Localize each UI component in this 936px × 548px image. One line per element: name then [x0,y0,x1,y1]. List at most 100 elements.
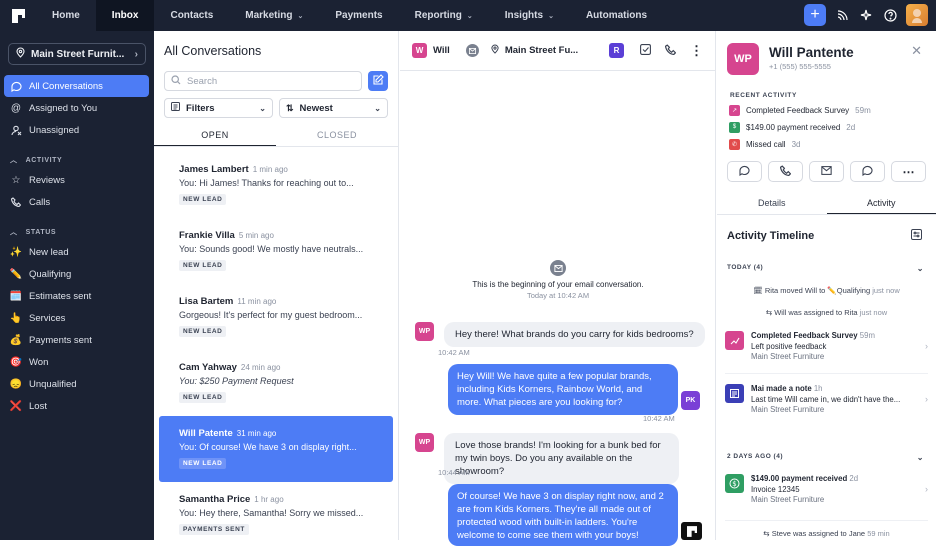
status-emoji-icon: 🗓️ [10,291,22,302]
conversation-contact-name: James Lambert [179,164,249,175]
contact-phone[interactable]: +1 (555) 555-5555 [769,62,854,71]
sidebar-item-status-qualifying[interactable]: ✏️Qualifying [0,263,154,285]
timeline-event[interactable]: Mai made a note 1h Last time Will came i… [725,384,928,416]
contact-name[interactable]: Will Pantente [769,45,854,60]
assignee-avatar[interactable]: R [609,43,624,58]
email-icon [550,260,566,276]
broadcast-icon[interactable] [834,7,850,23]
message-bubble[interactable]: Love those brands! I'm looking for a bun… [444,433,679,484]
search-input[interactable]: Search [164,71,362,91]
filters-dropdown[interactable]: Filters ⌄ [164,98,273,118]
recent-activity-item[interactable]: ✆Missed call3d [729,138,936,150]
tab-closed[interactable]: CLOSED [276,130,398,146]
more-actions-button[interactable]: ⋯ [891,161,926,182]
svg-text:$: $ [732,480,736,488]
message-bubble[interactable]: Hey there! What brands do you carry for … [444,322,705,347]
sidebar-item-reviews[interactable]: ☆ Reviews [0,169,154,191]
chat-action-button[interactable] [850,161,885,182]
nav-item-label: Payments [335,10,382,21]
status-name: Qualifying [837,286,870,295]
status-emoji-icon: 🎯 [10,357,22,368]
tab-open[interactable]: OPEN [154,130,276,146]
chevron-right-icon: › [135,49,138,60]
sidebar-item-status-new-lead[interactable]: ✨New lead [0,241,154,263]
sort-label: Newest [300,103,369,114]
sidebar-item-status-estimates-sent[interactable]: 🗓️Estimates sent [0,285,154,307]
message-bubble-outgoing[interactable]: Of course! We have 3 on display right no… [448,484,678,546]
location-selector[interactable]: Main Street Furnit... › [8,43,146,65]
missed-call-icon: ✆ [729,139,740,150]
recent-activity-item[interactable]: $$149.00 payment received2d [729,121,936,133]
status-section-header[interactable]: ︿ STATUS [0,223,154,241]
close-icon[interactable]: ✕ [911,43,922,59]
sidebar-item-all-conversations[interactable]: All Conversations [4,75,149,97]
conversation-item[interactable]: Cam Yahway24 min agoYou: $250 Payment Re… [159,350,393,416]
event-location: Main Street Furniture [751,352,918,363]
conversation-item[interactable]: Frankie Villa5 min agoYou: Sounds good! … [159,218,393,284]
envelope-icon [821,166,832,178]
activity-section-header[interactable]: ︿ ACTIVITY [0,151,154,169]
day-group-today[interactable]: TODAY (4) ⌄ [717,264,936,273]
conversation-item[interactable]: Samantha Price1 hr agoYou: Hey there, Sa… [159,482,393,548]
day-group-2-days-ago[interactable]: 2 DAYS AGO (4) ⌄ [717,453,936,462]
status-tag: NEW LEAD [179,326,226,337]
sidebar-item-assigned-to-you[interactable]: @ Assigned to You [0,97,154,119]
sidebar-item-status-payments-sent[interactable]: 💰Payments sent [0,329,154,351]
call-action-button[interactable] [768,161,803,182]
compose-button[interactable] [368,71,388,91]
note-icon [725,384,744,403]
sidebar-item-status-services[interactable]: 👆Services [0,307,154,329]
mark-done-icon[interactable] [640,44,651,58]
sidebar-item-status-unqualified[interactable]: 😞Unqualified [0,373,154,395]
tab-activity[interactable]: Activity [827,198,936,214]
conversation-item[interactable]: Will Patente31 min agoYou: Of course! We… [159,416,393,482]
at-sign-icon: @ [10,103,22,114]
nav-item-home[interactable]: Home [36,0,96,31]
conversation-tabs: OPEN CLOSED [154,130,398,147]
timeline-event[interactable]: Completed Feedback Survey 59m Left posit… [725,331,928,363]
nav-item-automations[interactable]: Automations [570,0,663,31]
create-new-button[interactable]: + [804,4,826,26]
chat-location[interactable]: Main Street Fu... [505,45,578,56]
conversation-item[interactable]: Lisa Bartem11 min agoGorgeous! It's perf… [159,284,393,350]
sidebar-item-unassigned[interactable]: Unassigned [0,119,154,141]
nav-item-label: Contacts [170,10,213,21]
sidebar-item-status-lost[interactable]: ❌Lost [0,395,154,417]
chat-contact-name[interactable]: Will [433,45,450,56]
nav-item-label: Reporting [415,10,462,21]
help-icon[interactable] [882,7,898,23]
conversation-contact-name: Cam Yahway [179,362,237,373]
survey-chart-icon [725,331,744,350]
chevron-right-icon: › [925,394,928,416]
nav-item-inbox[interactable]: Inbox [96,0,155,31]
filter-settings-icon[interactable] [911,229,922,243]
user-avatar[interactable] [906,4,928,26]
sort-dropdown[interactable]: ⇅ Newest ⌄ [279,98,388,118]
nav-item-contacts[interactable]: Contacts [154,0,229,31]
message-bubble-outgoing[interactable]: Hey Will! We have quite a few popular br… [448,364,678,415]
nav-item-reporting[interactable]: Reporting⌄ [399,0,489,31]
app-logo[interactable] [0,0,36,31]
more-options-icon[interactable]: ⋮ [690,44,703,57]
main-nav: HomeInbox Contacts Marketing⌄ Payments Repor… [36,0,663,31]
timeline-event[interactable]: $ $149.00 payment received 2d Invoice 12… [725,474,928,506]
conversation-start: This is the beginning of your email conv… [400,260,716,300]
sparkle-icon[interactable] [858,7,874,23]
sidebar-item-status-won[interactable]: 🎯Won [0,351,154,373]
tab-details[interactable]: Details [717,198,827,214]
sidebar-item-label: Payments sent [29,335,92,346]
conversation-contact-name: Samantha Price [179,494,250,505]
message-action-button[interactable] [727,161,762,182]
nav-item-marketing[interactable]: Marketing⌄ [229,0,319,31]
email-action-button[interactable] [809,161,844,182]
conversation-item[interactable]: James Lambert1 min agoYou: Hi James! Tha… [159,152,393,218]
sender-avatar: WP [415,322,434,341]
sender-avatar: PK [681,391,700,410]
sidebar-item-calls[interactable]: Calls [0,191,154,213]
message-incoming: WP Hey there! What brands do you carry f… [415,322,705,347]
recent-activity-item[interactable]: ↗Completed Feedback Survey59m [729,104,936,116]
phone-icon[interactable] [665,44,676,58]
nav-item-insights[interactable]: Insights⌄ [489,0,570,31]
system-event: ⇆ Steve was assigned to Jane 59 min [717,529,936,538]
nav-item-payments[interactable]: Payments [319,0,398,31]
